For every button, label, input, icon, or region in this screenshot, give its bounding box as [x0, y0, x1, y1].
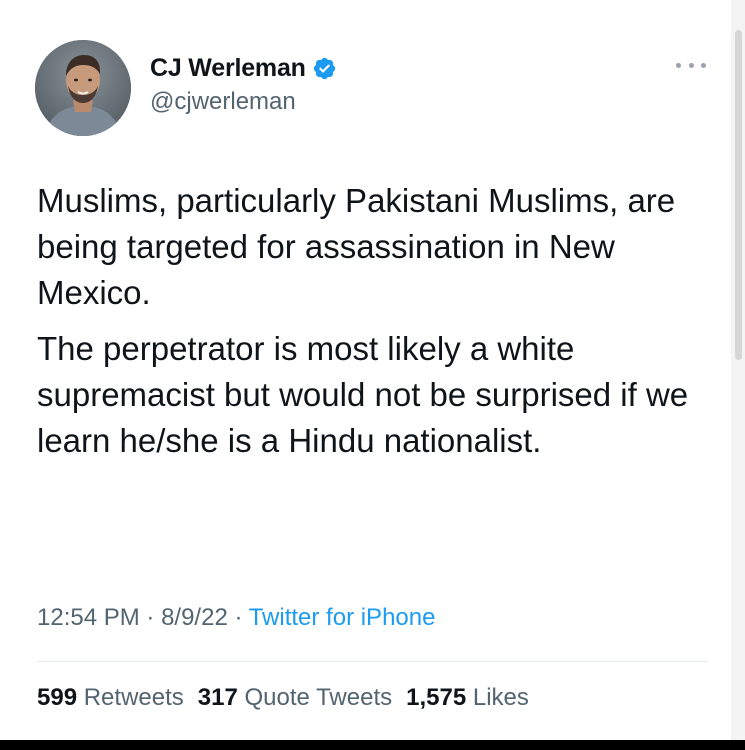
- tweet-text: Muslims, particularly Pakistani Muslims,…: [37, 178, 697, 464]
- likes-label: Likes: [472, 684, 529, 711]
- more-options-icon[interactable]: [676, 58, 706, 72]
- scrollbar-thumb[interactable]: [735, 30, 742, 360]
- tweet-paragraph: The perpetrator is most likely a white s…: [37, 330, 689, 459]
- retweets-label: Retweets: [83, 684, 184, 711]
- avatar[interactable]: [35, 40, 131, 136]
- tweet-stats: 599 Retweets 317 Quote Tweets 1,575 Likes: [37, 684, 529, 712]
- author-row: CJ Werleman: [150, 51, 337, 85]
- dot-icon: [701, 62, 706, 68]
- dot-icon: [676, 62, 681, 68]
- tweet-meta: 12:54 PM · 8/9/22 · Twitter for iPhone: [37, 604, 435, 632]
- tweet-paragraph: Muslims, particularly Pakistani Muslims,…: [37, 182, 676, 311]
- quote-tweets-stat[interactable]: 317 Quote Tweets: [198, 684, 392, 711]
- tweet-source-link[interactable]: Twitter for iPhone: [249, 604, 436, 631]
- scrollbar[interactable]: [731, 0, 745, 740]
- author-display-name[interactable]: CJ Werleman: [150, 54, 306, 83]
- bottom-edge: [0, 740, 745, 750]
- tweet-date[interactable]: 8/9/22: [161, 604, 228, 631]
- divider: [37, 661, 708, 662]
- meta-separator: ·: [227, 604, 249, 631]
- retweets-count: 599: [37, 684, 78, 711]
- author-handle[interactable]: @cjwerleman: [150, 88, 296, 116]
- quote-tweets-count: 317: [197, 684, 238, 711]
- meta-separator: ·: [139, 604, 162, 631]
- verified-badge-icon: [313, 57, 335, 79]
- likes-stat[interactable]: 1,575 Likes: [406, 684, 529, 711]
- retweets-stat[interactable]: 599 Retweets: [37, 684, 184, 711]
- quote-tweets-label: Quote Tweets: [244, 684, 393, 711]
- likes-count: 1,575: [406, 684, 467, 711]
- avatar-photo: [35, 40, 131, 136]
- dot-icon: [688, 62, 694, 68]
- tweet-time[interactable]: 12:54 PM: [37, 604, 140, 631]
